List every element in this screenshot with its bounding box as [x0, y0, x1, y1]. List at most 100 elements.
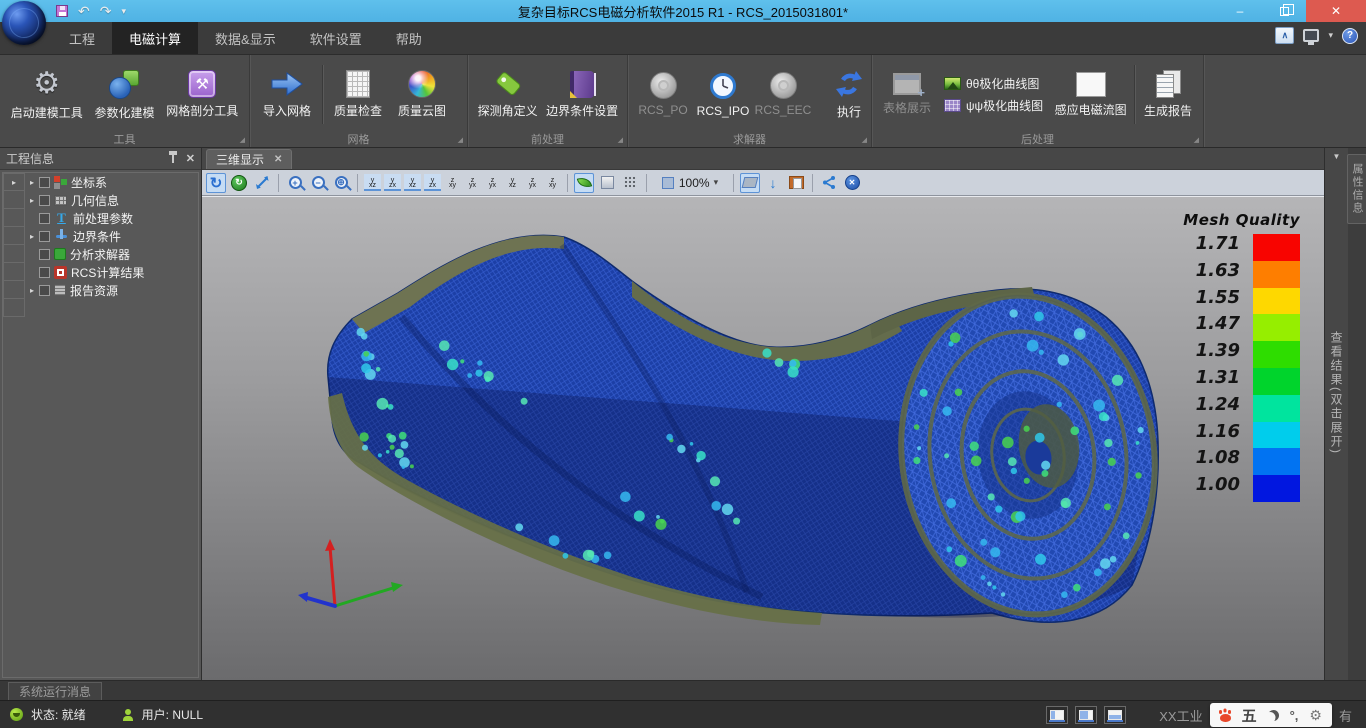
zoom-extents-button[interactable]: ⊕ [331, 173, 351, 193]
rcs-po-button[interactable]: RCS_PO [634, 69, 692, 120]
tab-software-settings[interactable]: 软件设置 [293, 22, 379, 54]
view-back-button[interactable]: y zx [384, 174, 401, 191]
ime-wubi-mode[interactable]: 五 [1242, 705, 1257, 726]
dialog-launcher-icon[interactable]: ◢ [1194, 136, 1199, 144]
panel-close-icon[interactable]: ✕ [186, 152, 195, 165]
tree-item-analysis-solver[interactable]: 分析求解器 [3, 245, 198, 263]
view-iso3-button[interactable]: z yx [524, 174, 541, 191]
zoom-level-select[interactable]: 100% ▾ [653, 173, 727, 193]
boundary-conditions-button[interactable]: 边界条件设置 [543, 68, 621, 122]
tab-3d-display[interactable]: 三维显示 ✕ [206, 149, 292, 169]
checkbox[interactable] [39, 231, 50, 242]
ime-logo-paw-icon[interactable] [1220, 714, 1231, 722]
layout-left-panel-button[interactable] [1046, 706, 1068, 724]
tree-item-coordinate-system[interactable]: ▸ ▸ 坐标系 [3, 173, 198, 191]
clear-view-button[interactable]: ✕ [842, 173, 862, 193]
zoom-out-button[interactable]: − [308, 173, 328, 193]
view-bottom-button[interactable]: z yx [464, 174, 481, 191]
circle-close-icon: ✕ [845, 175, 860, 190]
properties-tab[interactable]: 属性信息 [1347, 154, 1366, 224]
probe-angle-button[interactable]: 探测角定义 [474, 67, 541, 122]
view-left-button[interactable]: y xz [404, 174, 421, 191]
tree-item-report-resources[interactable]: ▸ 报告资源 [3, 281, 198, 299]
tab-project[interactable]: 工程 [52, 22, 112, 54]
close-button[interactable]: ✕ [1306, 0, 1366, 22]
quality-check-button[interactable]: 质量检查 [327, 67, 389, 122]
tab-close-icon[interactable]: ✕ [274, 154, 282, 165]
quality-contour-button[interactable]: 质量云图 [391, 67, 453, 122]
dialog-launcher-icon[interactable]: ◢ [862, 136, 867, 144]
checkbox[interactable] [39, 213, 50, 224]
execute-button[interactable]: 执行 [820, 66, 878, 123]
wireframe-view-button[interactable] [597, 173, 617, 193]
tree-item-preprocess-params[interactable]: T 前处理参数 [3, 209, 198, 227]
app-logo[interactable] [2, 1, 46, 45]
tree-item-geometry-info[interactable]: ▸ 几何信息 [3, 191, 198, 209]
expander-icon[interactable]: ▸ [25, 178, 39, 187]
ime-toolbar[interactable]: 五 °, ⚙ [1210, 703, 1332, 727]
display-device-icon[interactable] [1303, 29, 1319, 42]
checkbox[interactable] [39, 195, 50, 206]
expander-icon[interactable]: ▸ [25, 232, 39, 241]
tab-em-computation[interactable]: 电磁计算 [112, 22, 198, 54]
surface-mode-button[interactable] [740, 173, 760, 193]
pin-icon[interactable] [172, 155, 174, 163]
device-dropdown-icon[interactable]: ▾ [1328, 30, 1333, 41]
view-front-button[interactable]: y xz [364, 174, 381, 191]
view-right-button[interactable]: y zx [424, 174, 441, 191]
tree-item-boundary-conditions[interactable]: ▸ 边界条件 [3, 227, 198, 245]
group-solver: RCS_PO RCS_IPO RCS_EEC [628, 55, 872, 147]
launch-modeling-tool-button[interactable]: ⚙ 启动建模工具 [6, 65, 87, 124]
checkbox[interactable] [39, 249, 50, 260]
import-mesh-button[interactable]: 导入网格 [256, 67, 318, 122]
ime-settings-gear-icon[interactable]: ⚙ [1309, 707, 1322, 724]
parametric-modeling-button[interactable]: 参数化建模 [89, 65, 159, 124]
minimize-button[interactable]: – [1218, 0, 1262, 22]
export-view-button[interactable] [786, 173, 806, 193]
shaded-view-button[interactable] [574, 173, 594, 193]
fit-view-button[interactable] [252, 173, 272, 193]
view-iso2-button[interactable]: y xz [504, 174, 521, 191]
refresh-view-button[interactable]: ↻ [229, 173, 249, 193]
ime-moon-icon[interactable] [1268, 710, 1279, 721]
points-view-button[interactable] [620, 173, 640, 193]
psi-polarization-curve-button[interactable]: ψψ极化曲线图 [944, 97, 1043, 114]
table-display-button[interactable]: 表格展示 [878, 70, 936, 119]
expander-icon[interactable]: ▸ [25, 196, 39, 205]
rcs-ipo-button[interactable]: RCS_IPO [694, 69, 752, 121]
generate-report-button[interactable]: 生成报告 [1139, 67, 1197, 122]
restore-button[interactable] [1262, 0, 1306, 22]
dialog-launcher-icon[interactable]: ◢ [240, 136, 245, 144]
tab-help[interactable]: 帮助 [379, 22, 439, 54]
layout-split-button[interactable] [1075, 706, 1097, 724]
theta-polarization-curve-button[interactable]: θθ极化曲线图 [944, 75, 1043, 92]
meshing-tool-button[interactable]: ⚒ 网格剖分工具 [162, 67, 243, 122]
share-view-button[interactable] [819, 173, 839, 193]
view-iso4-button[interactable]: z xy [544, 174, 561, 191]
rcs-eec-button[interactable]: RCS_EEC [754, 69, 812, 120]
layout-bottom-panel-button[interactable] [1104, 706, 1126, 724]
strip-caret-icon[interactable]: ▼ [1333, 152, 1341, 161]
rotate-view-button[interactable]: ↻ [206, 173, 226, 193]
tree-item-rcs-results[interactable]: RCS计算结果 [3, 263, 198, 281]
checkbox[interactable] [39, 267, 50, 278]
ime-punctuation-mode[interactable]: °, [1290, 708, 1299, 723]
view-iso1-button[interactable]: z yx [484, 174, 501, 191]
expander-icon[interactable]: ▸ [25, 286, 39, 295]
help-icon[interactable]: ? [1342, 28, 1358, 44]
import-to-view-button[interactable]: ↓ [763, 173, 783, 193]
dialog-launcher-icon[interactable]: ◢ [618, 136, 623, 144]
dialog-launcher-icon[interactable]: ◢ [458, 136, 463, 144]
checkbox[interactable] [39, 177, 50, 188]
tab-data-display[interactable]: 数据&显示 [198, 22, 293, 54]
view-top-button[interactable]: z xy [444, 174, 461, 191]
group-label-solver: 求解器◢ [628, 130, 871, 147]
system-messages-tab[interactable]: 系统运行消息 [8, 682, 102, 700]
zoom-in-button[interactable]: + [285, 173, 305, 193]
induced-current-map-button[interactable]: 感应电磁流图 [1051, 69, 1130, 121]
collapse-ribbon-icon[interactable]: ∧ [1275, 27, 1294, 44]
results-side-strip[interactable]: ▼ 查看结果(双击展开) [1324, 148, 1348, 680]
checkbox[interactable] [39, 285, 50, 296]
3d-canvas[interactable]: Mesh Quality 1.711.63 1.551.47 1.391.31 … [202, 196, 1324, 680]
axis-triad [298, 539, 403, 606]
